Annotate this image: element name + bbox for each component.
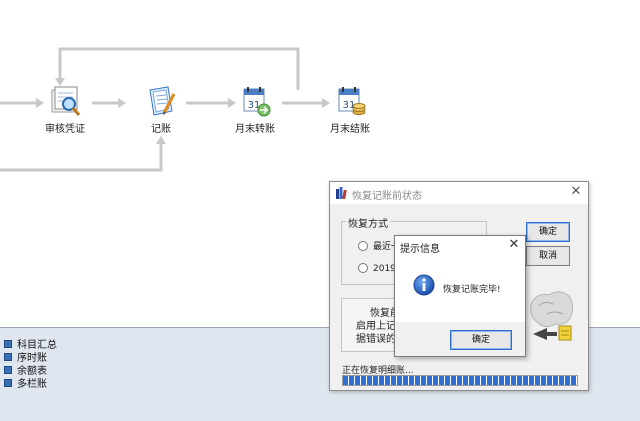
audit-voucher-icon [51, 86, 81, 116]
tree-node-icon [4, 378, 12, 387]
flow-node-posting[interactable]: 记账 [126, 84, 196, 135]
tree-item-label: 多栏账 [17, 379, 47, 390]
connector-loop-bottom [0, 144, 163, 172]
radio-circle [358, 240, 368, 251]
info-icon [413, 274, 435, 296]
tree-node-icon [4, 352, 12, 361]
app-books-icon [336, 187, 347, 199]
arrow-head [118, 98, 126, 108]
ok-button[interactable]: 确定 [526, 222, 570, 242]
restore-mode-label: 恢复方式 [346, 215, 390, 230]
month-end-close-icon: 31 [338, 87, 366, 115]
arrow-head [156, 136, 166, 144]
progress-fill [343, 376, 577, 385]
message-dialog-title: 提示信息 [400, 244, 440, 255]
restore-dialog-titlebar[interactable]: 恢复记账前状态 ✕ [330, 182, 588, 204]
close-icon[interactable]: ✕ [506, 237, 522, 253]
description-box: 恢复前 启用上记账 据错误的恢 [341, 298, 398, 352]
message-body: 恢复记账完毕! [395, 256, 525, 322]
message-footer: 确定 [395, 322, 525, 356]
flow-node-label: 记账 [151, 124, 171, 135]
tree-item-multi-column-ledger[interactable]: 多栏账 [4, 376, 57, 390]
cancel-button[interactable]: 取消 [526, 246, 570, 266]
restore-dialog-title: 恢复记账前状态 [352, 191, 422, 202]
tree-node-icon [4, 365, 12, 374]
message-text: 恢复记账完毕! [443, 285, 501, 295]
progress-bar [342, 375, 578, 386]
flow-node-month-end-close[interactable]: 31 月末结账 [315, 84, 385, 135]
flow-node-label: 月末转账 [235, 124, 275, 135]
flow-node-month-end-transfer[interactable]: 31 月末转账 [220, 84, 290, 135]
message-dialog-titlebar[interactable]: 提示信息 ✕ [395, 236, 525, 256]
message-dialog: 提示信息 ✕ 恢复记账完毕! 确定 [394, 235, 526, 357]
message-ok-button[interactable]: 确定 [450, 330, 512, 350]
description-line: 据错误的恢 [356, 334, 397, 345]
report-tree: 科目汇总 序时账 余额表 多栏账 [4, 337, 57, 390]
month-end-transfer-icon: 31 [243, 87, 271, 117]
flow-node-label: 月末结账 [330, 124, 370, 135]
posting-ledger-icon [149, 86, 176, 116]
radio-circle [358, 262, 368, 273]
tree-node-icon [4, 339, 12, 348]
close-icon[interactable]: ✕ [568, 184, 584, 200]
flow-node-audit-voucher[interactable]: 审核凭证 [30, 84, 100, 135]
flow-node-label: 审核凭证 [45, 124, 85, 135]
restore-illustration-icon [530, 291, 574, 341]
